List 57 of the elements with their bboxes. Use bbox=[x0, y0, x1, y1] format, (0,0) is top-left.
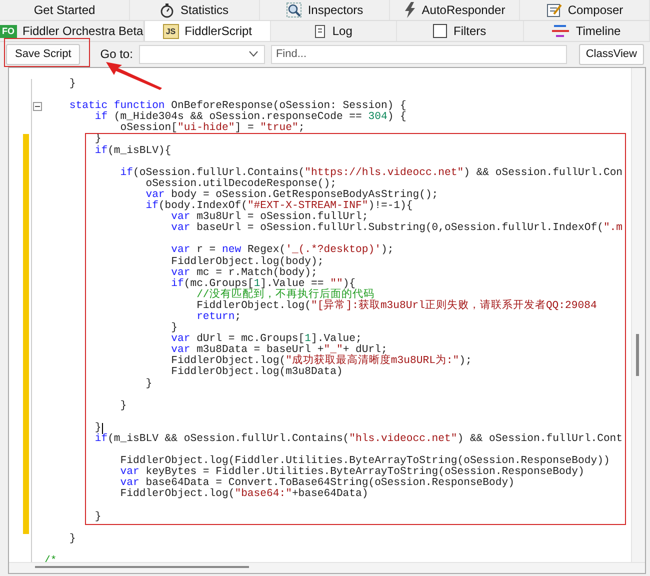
stopwatch-icon bbox=[160, 2, 174, 18]
document-icon bbox=[314, 24, 326, 38]
code-line: FiddlerObject.log("base64:"+base64Data) bbox=[119, 489, 368, 501]
notepad-icon bbox=[546, 2, 562, 18]
collapse-icon[interactable] bbox=[33, 102, 42, 112]
code-editor[interactable] bbox=[8, 67, 646, 574]
goto-dropdown[interactable] bbox=[138, 44, 265, 64]
tab[interactable]: FO Fiddler Orchestra Beta bbox=[0, 21, 144, 41]
scroll-thumb[interactable] bbox=[636, 334, 639, 376]
code-line: var r = new Regex('_(.*?desktop)'); bbox=[170, 245, 394, 256]
logo-badge: FO bbox=[0, 24, 16, 38]
code-line: var dUrl = mc.Groups[1].Value; bbox=[170, 334, 362, 346]
code-line: } bbox=[144, 378, 152, 390]
code-line: var mc = r.Match(body); bbox=[170, 268, 318, 279]
tab[interactable]: Log bbox=[270, 21, 398, 41]
code-line: FiddlerObject.log("[异常]:获取m3u8Url正则失败，请联系开发者QQ:29084 bbox=[196, 300, 597, 312]
code-line: FiddlerObject.log(body); bbox=[170, 256, 324, 268]
tab[interactable]: JS FiddlerScript bbox=[144, 21, 271, 41]
find-field[interactable]: Find... bbox=[270, 44, 567, 64]
save-button[interactable]: Save Script bbox=[6, 44, 80, 64]
code-line: FiddlerObject.log("成功获取最高清晰度m3u8URL为:"); bbox=[170, 356, 472, 368]
annotation-arrow bbox=[106, 62, 162, 90]
script-icon: JS bbox=[162, 24, 179, 38]
code-line: oSession.utilDecodeResponse(); bbox=[144, 178, 336, 190]
code-line: if(body.IndexOf("#EXT-X-STREAM-INF")!=-1){ bbox=[144, 201, 413, 212]
code-line: oSession["ui-hide"] = "true"; bbox=[119, 123, 305, 134]
code-line: } bbox=[94, 512, 102, 523]
code-line: return; bbox=[196, 312, 242, 324]
code-line: if(oSession.fullUrl.Contains("https://hls.videocc.net") && oSession.fullUrl.Con bbox=[119, 168, 623, 179]
horizontal-scrollbar[interactable] bbox=[9, 562, 645, 573]
code-line: } bbox=[170, 323, 178, 334]
code-line: if(m_isBLV && oSession.fullUrl.Contains("hls.videocc.net") && oSession.fullUrl.Cont bbox=[94, 434, 623, 446]
code-line: } bbox=[68, 534, 76, 545]
code-line: var body = oSession.GetResponseBodyAsString(); bbox=[144, 190, 438, 201]
lightning-icon bbox=[404, 2, 416, 18]
classview-button[interactable]: ClassView bbox=[578, 44, 644, 64]
magnifier-icon bbox=[286, 2, 302, 18]
code-line: } bbox=[94, 422, 102, 434]
checkbox-icon bbox=[433, 24, 448, 38]
code-line: var keyBytes = Fiddler.Utilities.ByteArrayToString(oSession.ResponseBody) bbox=[119, 467, 584, 478]
timeline-icon bbox=[552, 24, 570, 38]
code-line: static function OnBeforeResponse(oSession: Session) { bbox=[68, 101, 406, 112]
code-line: } bbox=[68, 79, 76, 90]
code-line: var m3u8Url = oSession.fullUrl; bbox=[170, 212, 368, 224]
code-line: } bbox=[119, 400, 127, 412]
code-line: if(m_isBLV){ bbox=[94, 146, 172, 157]
goto-label: Go to: bbox=[100, 47, 133, 61]
tab[interactable]: Timeline bbox=[524, 21, 650, 41]
code-line: FiddlerObject.log(Fiddler.Utilities.ByteArrayToString(oSession.ResponseBody)) bbox=[119, 456, 610, 468]
code-line: if(mc.Groups[1].Value == ""){ bbox=[170, 278, 356, 290]
chevron-down-icon bbox=[248, 51, 258, 57]
code-line: FiddlerObject.log(m3u8Data) bbox=[170, 367, 343, 379]
scroll-thumb[interactable] bbox=[35, 566, 249, 568]
code-line: if (m_Hide304s && oSession.responseCode == 304) { bbox=[94, 112, 406, 124]
vertical-scrollbar[interactable] bbox=[631, 68, 645, 562]
code-line: var base64Data = Convert.ToBase64String(oSession.ResponseBody) bbox=[119, 478, 514, 490]
code-line: var baseUrl = oSession.fullUrl.Substring(0,oSession.fullUrl.IndexOf(".m bbox=[170, 223, 623, 234]
